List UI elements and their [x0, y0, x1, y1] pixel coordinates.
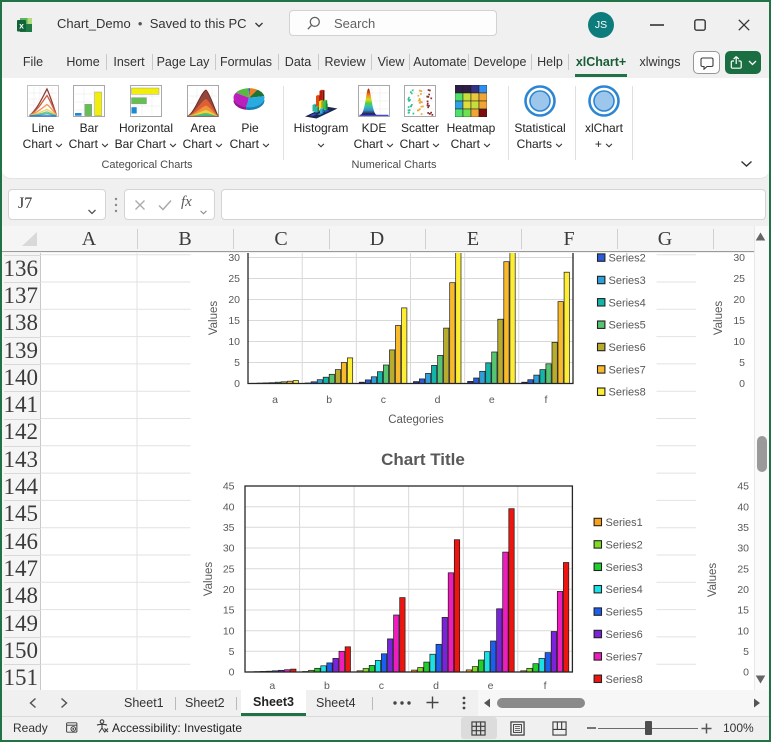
svg-text:5: 5 [739, 357, 745, 369]
svg-text:15: 15 [737, 605, 749, 617]
svg-text:25: 25 [228, 273, 240, 285]
svg-text:f: f [544, 394, 547, 406]
svg-text:25: 25 [223, 563, 235, 575]
svg-text:40: 40 [223, 501, 235, 513]
svg-text:30: 30 [733, 253, 745, 264]
svg-text:15: 15 [228, 315, 240, 327]
svg-text:15: 15 [733, 315, 745, 327]
svg-text:Series8: Series8 [609, 387, 646, 399]
svg-text:Series2: Series2 [606, 539, 643, 551]
svg-text:Series3: Series3 [606, 562, 643, 574]
svg-text:c: c [381, 394, 386, 406]
svg-text:Series5: Series5 [606, 607, 643, 619]
svg-text:a: a [272, 394, 278, 406]
svg-text:Series6: Series6 [606, 629, 643, 641]
svg-text:Series7: Series7 [609, 364, 646, 376]
svg-text:0: 0 [229, 667, 235, 679]
svg-text:5: 5 [229, 646, 235, 658]
svg-text:e: e [488, 680, 494, 690]
svg-text:Series4: Series4 [606, 584, 643, 596]
svg-text:10: 10 [228, 336, 240, 348]
svg-text:10: 10 [223, 625, 235, 637]
svg-text:20: 20 [228, 294, 240, 306]
svg-text:20: 20 [737, 584, 749, 596]
svg-text:0: 0 [739, 378, 745, 390]
svg-text:Series8: Series8 [606, 674, 643, 686]
svg-text:0: 0 [743, 667, 749, 679]
svg-text:Series5: Series5 [609, 320, 646, 332]
svg-text:Values: Values [208, 301, 220, 336]
svg-text:5: 5 [743, 646, 749, 658]
svg-text:10: 10 [733, 336, 745, 348]
svg-text:x: x [19, 21, 24, 31]
svg-text:Values: Values [707, 563, 719, 598]
svg-text:Series3: Series3 [609, 275, 646, 287]
svg-text:Categories: Categories [388, 414, 444, 426]
svg-text:Chart Title: Chart Title [381, 450, 465, 469]
svg-text:b: b [324, 680, 330, 690]
svg-text:Series2: Series2 [609, 253, 646, 265]
svg-text:35: 35 [737, 522, 749, 534]
svg-text:20: 20 [733, 294, 745, 306]
svg-text:Series1: Series1 [606, 517, 643, 529]
svg-text:30: 30 [737, 543, 749, 555]
svg-text:0: 0 [234, 378, 240, 390]
svg-text:35: 35 [223, 522, 235, 534]
svg-text:Series4: Series4 [609, 297, 646, 309]
svg-text:10: 10 [737, 625, 749, 637]
svg-text:30: 30 [223, 543, 235, 555]
svg-text:45: 45 [737, 481, 749, 493]
svg-text:15: 15 [223, 605, 235, 617]
svg-text:b: b [326, 394, 332, 406]
svg-text:Series7: Series7 [606, 651, 643, 663]
svg-text:f: f [544, 680, 547, 690]
svg-text:d: d [433, 680, 439, 690]
svg-text:5: 5 [234, 357, 240, 369]
svg-text:25: 25 [733, 273, 745, 285]
svg-text:40: 40 [737, 501, 749, 513]
svg-text:20: 20 [223, 584, 235, 596]
svg-text:d: d [435, 394, 441, 406]
svg-text:e: e [489, 394, 495, 406]
svg-text:c: c [379, 680, 384, 690]
svg-text:25: 25 [737, 563, 749, 575]
svg-text:a: a [269, 680, 275, 690]
svg-text:Series6: Series6 [609, 342, 646, 354]
svg-text:30: 30 [228, 253, 240, 264]
svg-text:45: 45 [223, 481, 235, 493]
svg-text:Values: Values [203, 562, 215, 597]
svg-text:Values: Values [713, 301, 725, 336]
